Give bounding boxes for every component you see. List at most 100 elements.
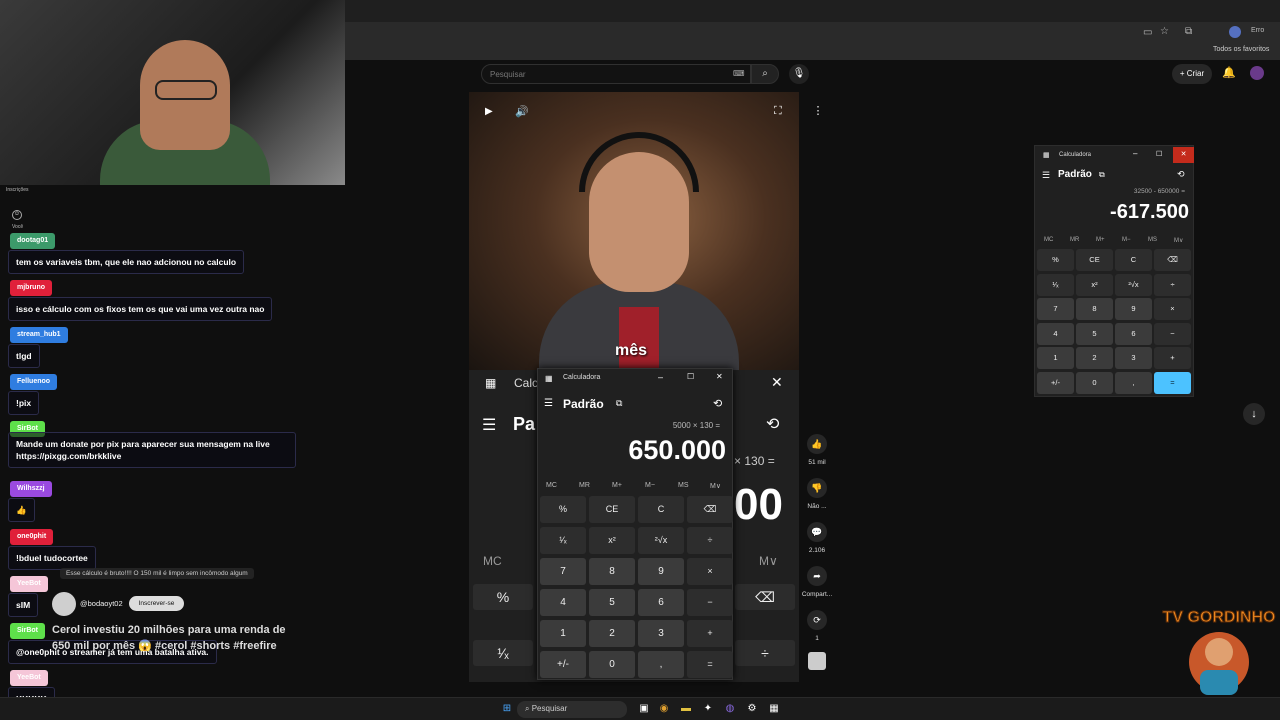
keypad-button[interactable]: × xyxy=(687,558,733,585)
keypad-button[interactable]: 5 xyxy=(589,589,635,616)
more-options-icon[interactable]: ⋮ xyxy=(812,104,824,117)
keyboard-icon[interactable]: ⌨ xyxy=(733,69,745,78)
keypad-button[interactable]: , xyxy=(638,651,684,678)
search-input[interactable]: Pesquisar xyxy=(481,64,751,84)
calculator-window-small[interactable]: ▦ Calculadora – ☐ ✕ ☰ Padrão ⧉ ⟲ 5000 × … xyxy=(537,368,733,680)
keypad-button[interactable]: ⌫ xyxy=(1154,249,1191,271)
keypad-button[interactable]: 1 xyxy=(540,620,586,647)
keypad-button[interactable]: 6 xyxy=(638,589,684,616)
short-title[interactable]: Cerol investiu 20 milhões para uma renda… xyxy=(52,622,292,654)
remix-button[interactable]: ⟳ xyxy=(807,610,827,630)
close-icon[interactable]: ✕ xyxy=(716,372,723,381)
keep-on-top-icon[interactable]: ⧉ xyxy=(1099,170,1105,180)
keypad-button[interactable]: x² xyxy=(1076,273,1113,296)
taskbar-search[interactable]: ⌕ Pesquisar xyxy=(517,701,627,718)
keypad-button[interactable]: +/- xyxy=(1037,371,1074,394)
chrome-icon[interactable]: ◉ xyxy=(657,702,671,716)
keypad-button[interactable]: % xyxy=(1037,249,1074,271)
profile-avatar[interactable] xyxy=(1229,26,1241,38)
windows-start-icon[interactable]: ⊞ xyxy=(500,702,514,716)
profile-label[interactable]: Erro xyxy=(1251,27,1264,34)
sound-thumbnail[interactable] xyxy=(808,652,826,670)
memory-recall[interactable]: MR xyxy=(579,482,590,489)
maximize-icon[interactable]: ☐ xyxy=(1156,150,1162,158)
play-icon[interactable]: ▶ xyxy=(485,106,493,117)
share-button[interactable]: ➦ xyxy=(807,566,827,586)
channel-avatar[interactable] xyxy=(52,592,76,616)
menu-icon[interactable]: ☰ xyxy=(544,398,553,409)
menu-icon[interactable]: ☰ xyxy=(1042,170,1050,181)
keypad-button[interactable]: ÷ xyxy=(1154,273,1191,296)
close-button[interactable]: ✕ xyxy=(1173,147,1194,163)
volume-icon[interactable]: 🔊 xyxy=(515,105,529,118)
task-view-icon[interactable]: ▣ xyxy=(637,702,651,716)
keypad-button[interactable]: 9 xyxy=(1115,298,1152,320)
file-explorer-icon[interactable]: ▬ xyxy=(679,702,693,716)
history-icon[interactable]: ⟲ xyxy=(1177,169,1185,180)
memory-recall[interactable]: MR xyxy=(1070,237,1079,243)
keypad-button[interactable]: 2 xyxy=(589,620,635,647)
memory-subtract[interactable]: M− xyxy=(1122,237,1131,243)
subscribe-button[interactable]: Inscrever-se xyxy=(129,596,184,611)
keypad-button[interactable]: ²√x xyxy=(1115,273,1152,296)
keypad-button[interactable]: C xyxy=(638,496,684,523)
keypad-button[interactable]: CE xyxy=(1076,249,1113,271)
keypad-button[interactable]: 8 xyxy=(1076,298,1113,320)
cast-icon[interactable]: ▭ xyxy=(1143,27,1152,38)
channel-handle[interactable]: @bodaoyt02 xyxy=(80,599,123,608)
keypad-button[interactable]: 9 xyxy=(638,558,684,585)
keypad-button[interactable]: × xyxy=(1154,298,1191,320)
keypad-button[interactable]: CE xyxy=(589,496,635,523)
keypad-button[interactable]: 0 xyxy=(589,651,635,678)
keypad-button[interactable]: = xyxy=(1154,371,1191,394)
minimize-icon[interactable]: – xyxy=(1133,149,1137,158)
keep-on-top-icon[interactable]: ⧉ xyxy=(616,398,622,409)
memory-add[interactable]: M+ xyxy=(1096,237,1105,243)
dislike-button[interactable]: 👎 xyxy=(807,478,827,498)
fullscreen-icon[interactable]: ⛶ xyxy=(774,105,782,118)
memory-list[interactable]: M∨ xyxy=(1174,237,1183,244)
keypad-button[interactable]: 8 xyxy=(589,558,635,585)
mic-button[interactable]: 🎙 xyxy=(789,64,809,84)
extensions-icon[interactable]: ⧉ xyxy=(1185,26,1192,37)
keypad-button[interactable]: 7 xyxy=(540,558,586,585)
search-button[interactable]: ⌕ xyxy=(751,64,779,84)
calculator-taskbar-icon[interactable]: ▦ xyxy=(767,702,781,716)
keypad-button[interactable]: 6 xyxy=(1115,322,1152,345)
next-short-button[interactable]: ↓ xyxy=(1243,403,1265,425)
keypad-button[interactable]: ¹⁄ₓ xyxy=(1037,273,1074,296)
memory-store[interactable]: MS xyxy=(1148,237,1157,243)
keypad-button[interactable]: 5 xyxy=(1076,322,1113,345)
keypad-button[interactable]: , xyxy=(1115,371,1152,394)
minimize-icon[interactable]: – xyxy=(658,372,663,382)
keypad-button[interactable]: +/- xyxy=(540,651,586,678)
keypad-button[interactable]: ÷ xyxy=(687,527,733,554)
memory-subtract[interactable]: M− xyxy=(645,482,655,489)
history-icon[interactable]: ⟲ xyxy=(713,397,722,410)
calculator-window[interactable]: ▦ Calculadora – ☐ ✕ ☰ Padrão ⧉ ⟲ 32500 -… xyxy=(1034,145,1194,397)
keypad-button[interactable]: + xyxy=(687,620,733,647)
keypad-button[interactable]: ⌫ xyxy=(687,496,733,523)
comments-button[interactable]: 💬 xyxy=(807,522,827,542)
memory-clear[interactable]: MC xyxy=(1044,237,1053,243)
keypad-button[interactable]: 3 xyxy=(638,620,684,647)
app-icon[interactable]: ✦ xyxy=(701,702,715,716)
keypad-button[interactable]: 4 xyxy=(540,589,586,616)
settings-icon[interactable]: ⚙ xyxy=(745,702,759,716)
memory-store[interactable]: MS xyxy=(678,482,689,489)
keypad-button[interactable]: − xyxy=(687,589,733,616)
memory-add[interactable]: M+ xyxy=(612,482,622,489)
keypad-button[interactable]: 4 xyxy=(1037,322,1074,345)
memory-list[interactable]: M∨ xyxy=(710,482,721,490)
keypad-button[interactable]: ²√x xyxy=(638,527,684,554)
keypad-button[interactable]: 3 xyxy=(1115,347,1152,369)
keypad-button[interactable]: C xyxy=(1115,249,1152,271)
notifications-bell-icon[interactable]: 🔔 xyxy=(1222,66,1236,79)
like-button[interactable]: 👍 xyxy=(807,434,827,454)
discord-icon[interactable]: ◍ xyxy=(723,702,737,716)
maximize-icon[interactable]: ☐ xyxy=(687,372,694,381)
keypad-button[interactable]: 7 xyxy=(1037,298,1074,320)
create-button[interactable]: + Criar xyxy=(1172,64,1212,84)
keypad-button[interactable]: % xyxy=(540,496,586,523)
memory-clear[interactable]: MC xyxy=(546,482,557,489)
